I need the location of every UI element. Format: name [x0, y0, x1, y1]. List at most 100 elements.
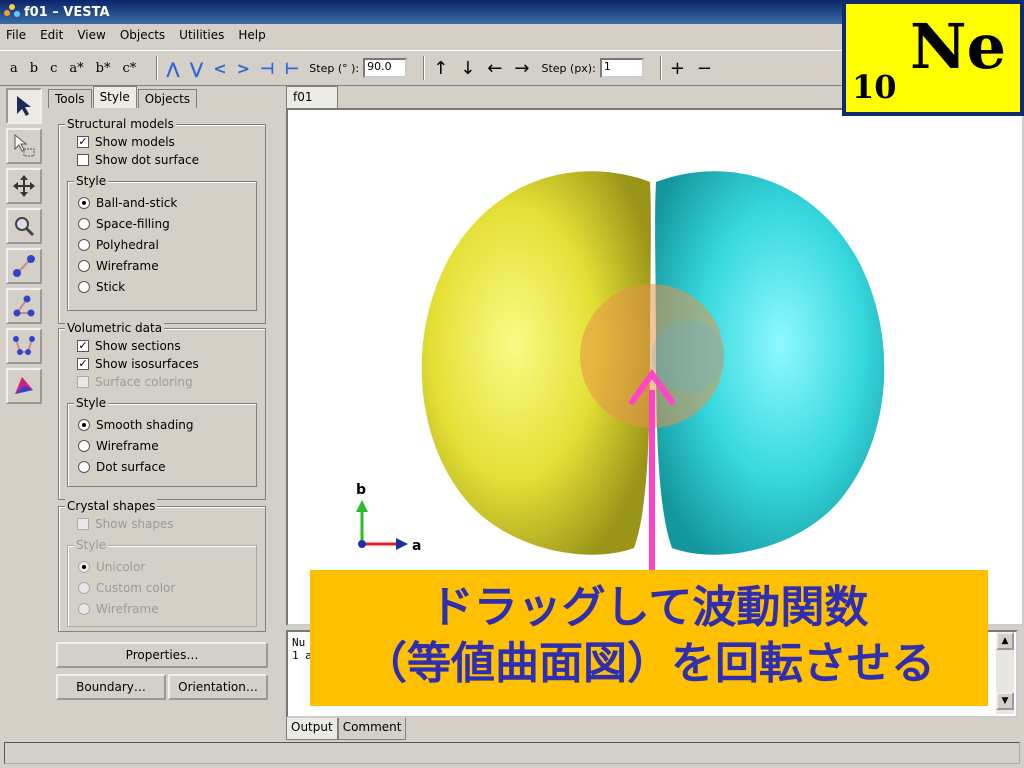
- orientation-button[interactable]: Orientation…: [168, 674, 268, 700]
- radio-stick[interactable]: Stick: [78, 280, 125, 294]
- view-along-a-button[interactable]: a: [10, 61, 18, 76]
- element-symbol: Ne: [910, 10, 1007, 83]
- magnify-tool-icon[interactable]: [6, 208, 42, 244]
- show-models-checkbox[interactable]: ✓ Show models: [77, 135, 175, 149]
- panel-tabs: Tools Style Objects: [48, 86, 280, 108]
- volumetric-style-group: Style Smooth shading Wireframe Dot surfa…: [67, 396, 257, 487]
- view-along-c-button[interactable]: c: [50, 61, 57, 76]
- crystal-shapes-group: Crystal shapes Show shapes Style Unicolo…: [58, 499, 266, 632]
- menu-utilities[interactable]: Utilities: [179, 28, 224, 42]
- surface-coloring-label: Surface coloring: [95, 375, 193, 389]
- view-along-b-button[interactable]: b: [30, 61, 38, 76]
- show-dot-surface-checkbox[interactable]: Show dot surface: [77, 153, 199, 167]
- radio-label: Custom color: [96, 581, 176, 595]
- radio-unicolor[interactable]: Unicolor: [78, 560, 145, 574]
- show-shapes-checkbox[interactable]: Show shapes: [77, 517, 174, 531]
- menu-file[interactable]: File: [6, 28, 26, 42]
- rotate-right-icon[interactable]: >: [237, 59, 250, 78]
- radio-unselected-icon: [78, 461, 90, 473]
- axis-b-label: b: [356, 482, 366, 498]
- rotate-up-icon[interactable]: ⋀: [166, 59, 179, 78]
- structure-viewer[interactable]: b a: [286, 108, 1024, 626]
- radio-dot-surface[interactable]: Dot surface: [78, 460, 165, 474]
- view-along-b-star-button[interactable]: b*: [96, 61, 111, 76]
- view-along-a-star-button[interactable]: a*: [69, 61, 83, 76]
- show-sections-checkbox[interactable]: ✓ Show sections: [77, 339, 181, 353]
- radio-polyhedral[interactable]: Polyhedral: [78, 238, 159, 252]
- axis-c-dot: [358, 540, 366, 548]
- rotate-down-icon[interactable]: ⋁: [190, 59, 203, 78]
- show-isosurfaces-checkbox[interactable]: ✓ Show isosurfaces: [77, 357, 199, 371]
- tab-output[interactable]: Output: [286, 718, 338, 740]
- tab-style[interactable]: Style: [92, 86, 137, 108]
- radio-label: Dot surface: [96, 460, 166, 474]
- radio-crystal-wireframe[interactable]: Wireframe: [78, 602, 159, 616]
- radio-wireframe[interactable]: Wireframe: [78, 259, 159, 273]
- distance-tool-icon[interactable]: [6, 248, 42, 284]
- style-panel: Tools Style Objects Structural models ✓ S…: [48, 86, 280, 738]
- vesta-app-icon: [4, 4, 20, 20]
- lattice-plane-tool-icon[interactable]: [6, 368, 42, 404]
- translate-tool-icon[interactable]: [6, 168, 42, 204]
- dihedral-tool-icon[interactable]: [6, 328, 42, 364]
- volumetric-data-group: Volumetric data ✓ Show sections ✓ Show iso…: [58, 321, 266, 500]
- radio-ball-and-stick[interactable]: Ball-and-stick: [78, 196, 177, 210]
- radio-label: Stick: [96, 280, 126, 294]
- tab-comment[interactable]: Comment: [337, 718, 407, 740]
- zoom-out-button[interactable]: −: [697, 58, 712, 79]
- atomic-number: 10: [852, 68, 897, 106]
- checkbox-unchecked-icon: [77, 376, 89, 388]
- show-sections-label: Show sections: [95, 339, 181, 353]
- crystal-style-group: Style Unicolor Custom color Wireframe: [67, 538, 257, 627]
- radio-space-filling[interactable]: Space-filling: [78, 217, 170, 231]
- select-tool-icon[interactable]: [6, 88, 42, 124]
- menu-objects[interactable]: Objects: [120, 28, 165, 42]
- step-px-input[interactable]: 1: [599, 58, 644, 78]
- radio-label: Wireframe: [96, 439, 159, 453]
- translate-right-icon[interactable]: →: [514, 58, 529, 79]
- structural-style-title: Style: [74, 174, 109, 188]
- radio-volumetric-wireframe[interactable]: Wireframe: [78, 439, 159, 453]
- menu-view[interactable]: View: [77, 28, 105, 42]
- radio-label: Smooth shading: [96, 418, 194, 432]
- checkbox-checked-icon: ✓: [77, 135, 89, 148]
- area-select-tool-icon[interactable]: [6, 128, 42, 164]
- zoom-in-button[interactable]: +: [670, 58, 685, 79]
- toolbar-separator: [659, 56, 662, 80]
- translate-up-icon[interactable]: ↑: [433, 58, 448, 79]
- crystal-style-title: Style: [74, 538, 109, 552]
- output-scrollbar[interactable]: ▲ ▼: [996, 632, 1014, 714]
- step-deg-input[interactable]: 90.0: [363, 58, 408, 78]
- view-along-c-star-button[interactable]: c*: [122, 61, 136, 76]
- surface-coloring-checkbox[interactable]: Surface coloring: [77, 375, 193, 389]
- radio-selected-icon: [78, 561, 90, 573]
- menu-edit[interactable]: Edit: [40, 28, 63, 42]
- radio-custom-color[interactable]: Custom color: [78, 581, 175, 595]
- radio-unselected-icon: [78, 260, 90, 272]
- status-bar: [4, 742, 1020, 764]
- instruction-callout: ドラッグして波動関数 （等値曲面図）を回転させる: [310, 570, 988, 706]
- tab-f01[interactable]: f01: [286, 86, 338, 108]
- checkbox-unchecked-icon: [77, 518, 89, 530]
- translate-left-icon[interactable]: ←: [487, 58, 502, 79]
- boundary-button[interactable]: Boundary…: [56, 674, 166, 700]
- scroll-down-icon[interactable]: ▼: [996, 692, 1014, 710]
- tab-objects[interactable]: Objects: [137, 89, 198, 108]
- properties-button[interactable]: Properties…: [56, 642, 268, 668]
- radio-unselected-icon: [78, 218, 90, 230]
- radio-unselected-icon: [78, 281, 90, 293]
- radio-smooth-shading[interactable]: Smooth shading: [78, 418, 194, 432]
- rotate-cw-icon[interactable]: ⊢: [285, 59, 300, 78]
- radio-unselected-icon: [78, 603, 90, 615]
- scroll-up-icon[interactable]: ▲: [996, 632, 1014, 650]
- angle-tool-icon[interactable]: [6, 288, 42, 324]
- axis-a-arrow-icon: [396, 538, 408, 550]
- rotate-left-icon[interactable]: <: [213, 59, 226, 78]
- tab-tools[interactable]: Tools: [48, 89, 92, 108]
- rotate-ccw-icon[interactable]: ⊣: [260, 59, 275, 78]
- menu-help[interactable]: Help: [238, 28, 265, 42]
- translate-down-icon[interactable]: ↓: [460, 58, 475, 79]
- toolbar-separator: [423, 56, 426, 80]
- axis-b-arrow-icon: [356, 500, 368, 512]
- element-badge: Ne 10: [842, 0, 1024, 116]
